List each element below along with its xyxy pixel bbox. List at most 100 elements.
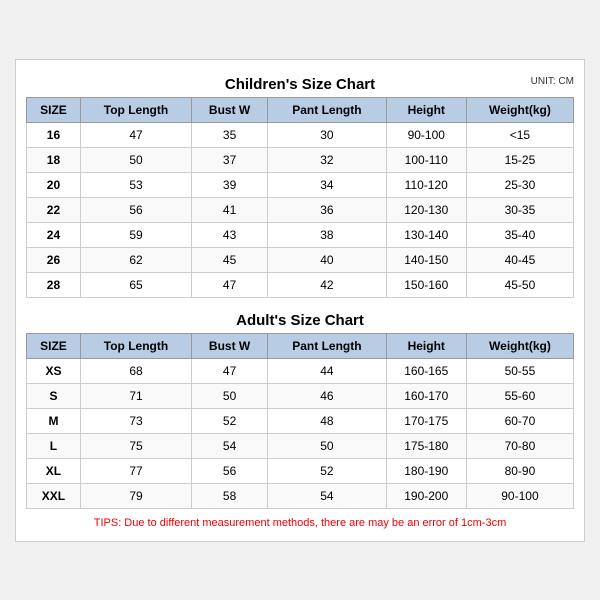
table-cell: 47 <box>80 122 191 147</box>
chart-container: Children's Size Chart UNIT: CM SIZE Top … <box>15 59 585 542</box>
table-cell: 45-50 <box>466 272 573 297</box>
table-cell: 54 <box>268 483 386 508</box>
table-cell: 79 <box>80 483 191 508</box>
table-cell: 30-35 <box>466 197 573 222</box>
table-cell: 47 <box>192 272 268 297</box>
table-cell: 50 <box>268 433 386 458</box>
children-title-text: Children's Size Chart <box>225 76 375 93</box>
table-cell: 190-200 <box>386 483 466 508</box>
adults-title-text: Adult's Size Chart <box>236 312 364 329</box>
table-cell: XS <box>27 358 81 383</box>
table-cell: 35-40 <box>466 222 573 247</box>
table-cell: 120-130 <box>386 197 466 222</box>
table-cell: 48 <box>268 408 386 433</box>
table-cell: 180-190 <box>386 458 466 483</box>
table-cell: 37 <box>192 147 268 172</box>
table-cell: 38 <box>268 222 386 247</box>
adults-header-row: SIZE Top Length Bust W Pant Length Heigh… <box>27 333 574 358</box>
table-cell: 53 <box>80 172 191 197</box>
adults-col-height: Height <box>386 333 466 358</box>
children-col-weight: Weight(kg) <box>466 97 573 122</box>
table-cell: 77 <box>80 458 191 483</box>
table-cell: 56 <box>192 458 268 483</box>
table-row: 28654742150-16045-50 <box>27 272 574 297</box>
table-cell: 40 <box>268 247 386 272</box>
table-cell: 110-120 <box>386 172 466 197</box>
children-col-top-length: Top Length <box>80 97 191 122</box>
unit-label: UNIT: CM <box>531 76 574 87</box>
table-cell: 43 <box>192 222 268 247</box>
tips-text: TIPS: Due to different measurement metho… <box>26 515 574 531</box>
table-cell: 52 <box>192 408 268 433</box>
table-cell: 36 <box>268 197 386 222</box>
table-row: XL775652180-19080-90 <box>27 458 574 483</box>
table-cell: 160-165 <box>386 358 466 383</box>
table-cell: 50 <box>192 383 268 408</box>
children-size-table: SIZE Top Length Bust W Pant Length Heigh… <box>26 97 574 298</box>
table-cell: 60-70 <box>466 408 573 433</box>
table-cell: <15 <box>466 122 573 147</box>
children-section-title: Children's Size Chart UNIT: CM <box>26 70 574 97</box>
adults-col-bust-w: Bust W <box>192 333 268 358</box>
table-cell: 47 <box>192 358 268 383</box>
table-cell: 24 <box>27 222 81 247</box>
table-row: 1647353090-100<15 <box>27 122 574 147</box>
table-cell: 73 <box>80 408 191 433</box>
table-cell: 32 <box>268 147 386 172</box>
table-cell: M <box>27 408 81 433</box>
table-cell: 90-100 <box>386 122 466 147</box>
table-cell: 130-140 <box>386 222 466 247</box>
table-cell: 39 <box>192 172 268 197</box>
table-cell: XXL <box>27 483 81 508</box>
table-cell: 44 <box>268 358 386 383</box>
table-cell: 52 <box>268 458 386 483</box>
table-cell: XL <box>27 458 81 483</box>
table-cell: 75 <box>80 433 191 458</box>
children-col-bust-w: Bust W <box>192 97 268 122</box>
table-cell: 26 <box>27 247 81 272</box>
table-cell: 28 <box>27 272 81 297</box>
table-cell: 80-90 <box>466 458 573 483</box>
children-col-size: SIZE <box>27 97 81 122</box>
table-cell: 56 <box>80 197 191 222</box>
table-row: XXL795854190-20090-100 <box>27 483 574 508</box>
table-cell: 100-110 <box>386 147 466 172</box>
children-header-row: SIZE Top Length Bust W Pant Length Heigh… <box>27 97 574 122</box>
table-cell: 58 <box>192 483 268 508</box>
table-cell: 65 <box>80 272 191 297</box>
table-cell: 150-160 <box>386 272 466 297</box>
table-cell: 68 <box>80 358 191 383</box>
table-cell: 34 <box>268 172 386 197</box>
table-cell: 62 <box>80 247 191 272</box>
table-cell: 18 <box>27 147 81 172</box>
table-row: 18503732100-11015-25 <box>27 147 574 172</box>
table-cell: 54 <box>192 433 268 458</box>
table-row: L755450175-18070-80 <box>27 433 574 458</box>
table-cell: 55-60 <box>466 383 573 408</box>
table-cell: 175-180 <box>386 433 466 458</box>
table-row: 22564136120-13030-35 <box>27 197 574 222</box>
table-cell: 35 <box>192 122 268 147</box>
table-row: XS684744160-16550-55 <box>27 358 574 383</box>
adults-col-size: SIZE <box>27 333 81 358</box>
table-row: 26624540140-15040-45 <box>27 247 574 272</box>
table-row: 24594338130-14035-40 <box>27 222 574 247</box>
table-cell: 30 <box>268 122 386 147</box>
table-cell: 42 <box>268 272 386 297</box>
table-row: 20533934110-12025-30 <box>27 172 574 197</box>
adults-section-title: Adult's Size Chart <box>26 306 574 333</box>
table-cell: 40-45 <box>466 247 573 272</box>
table-cell: 22 <box>27 197 81 222</box>
table-cell: 41 <box>192 197 268 222</box>
table-row: M735248170-17560-70 <box>27 408 574 433</box>
table-cell: L <box>27 433 81 458</box>
table-cell: 15-25 <box>466 147 573 172</box>
table-cell: 25-30 <box>466 172 573 197</box>
table-cell: 50 <box>80 147 191 172</box>
table-cell: 170-175 <box>386 408 466 433</box>
adults-size-table: SIZE Top Length Bust W Pant Length Heigh… <box>26 333 574 509</box>
adults-col-top-length: Top Length <box>80 333 191 358</box>
table-cell: 160-170 <box>386 383 466 408</box>
table-cell: 140-150 <box>386 247 466 272</box>
table-cell: 70-80 <box>466 433 573 458</box>
